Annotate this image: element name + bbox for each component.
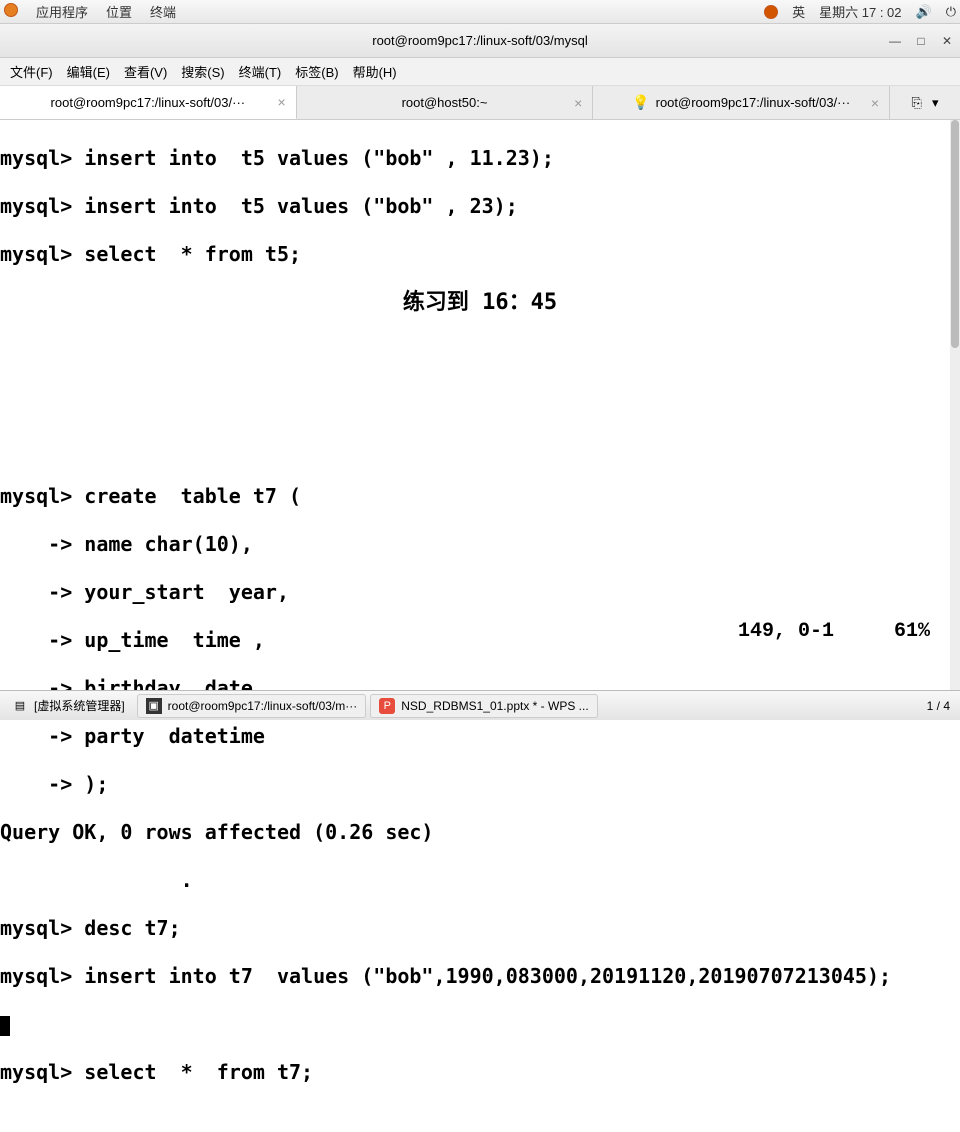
menu-search[interactable]: 搜索(S) [175,62,230,81]
scroll-percent: 61% [894,620,930,644]
bottom-taskbar: ▤ [虚拟系统管理器] ▣ root@room9pc17:/linux-soft… [0,690,960,720]
task-vm-manager[interactable]: ▤ [虚拟系统管理器] [4,694,133,718]
cursor [0,1016,10,1036]
input-lang[interactable]: 英 [792,2,805,21]
terminal-line [0,1012,960,1036]
task-label: NSD_RDBMS1_01.pptx * - WPS ... [401,699,588,713]
terminal-tab-1[interactable]: root@room9pc17:/linux-soft/03/··· × [0,86,297,119]
terminal-content[interactable]: mysql> insert into t5 values ("bob" , 11… [0,120,960,650]
window-list-icon: ▤ [12,698,28,714]
cursor-position: 149, 0-1 [738,620,834,644]
menu-places[interactable]: 位置 [106,2,132,21]
wps-icon: P [379,698,395,714]
terminal-line: mysql> select * from t7; [0,1060,960,1084]
tab-label: root@host50:~ [402,95,488,110]
menu-view[interactable]: 查看(V) [118,62,173,81]
workspace-pager[interactable]: 1 / 4 [927,699,956,713]
volume-icon[interactable]: 🔊 [916,4,932,20]
terminal-line: -> name char(10), [0,532,960,556]
terminal-line: -> ); [0,772,960,796]
terminal-line [0,340,960,364]
window-title: root@room9pc17:/linux-soft/03/mysql [372,33,588,48]
terminal-line: Query OK, 0 rows affected (0.26 sec) [0,820,960,844]
menu-applications[interactable]: 应用程序 [36,2,88,21]
tab-menu-icon[interactable]: ▾ [932,95,939,111]
gnome-top-panel: 应用程序 位置 终端 英 星期六 17 : 02 🔊 ⏻ [0,0,960,24]
tab-tools: ⎘ ▾ [890,86,960,119]
menu-terminal-menu[interactable]: 终端(T) [233,62,288,81]
new-tab-icon[interactable]: ⎘ [912,95,922,111]
terminal-tab-2[interactable]: root@host50:~ × [297,86,594,119]
task-terminal[interactable]: ▣ root@room9pc17:/linux-soft/03/m··· [137,694,367,718]
notification-icon[interactable] [764,5,778,19]
clock[interactable]: 星期六 17 : 02 [819,2,901,21]
window-titlebar: root@room9pc17:/linux-soft/03/mysql — □ … [0,24,960,58]
terminal-line: -> your_start year, [0,580,960,604]
minimize-button[interactable]: — [888,34,902,48]
close-icon[interactable]: × [574,95,582,111]
vim-status: 149, 0-1 61% [738,620,930,644]
terminal-line: mysql> select * from t5; [0,242,960,266]
terminal-line: mysql> insert into t5 values ("bob" , 11… [0,146,960,170]
menu-tabs[interactable]: 标签(B) [289,62,344,81]
terminal-line [0,436,960,460]
menu-file[interactable]: 文件(F) [4,62,59,81]
task-wps[interactable]: P NSD_RDBMS1_01.pptx * - WPS ... [370,694,597,718]
scrollbar[interactable] [950,120,960,690]
terminal-line: mysql> insert into t7 values ("bob",1990… [0,964,960,988]
menu-terminal[interactable]: 终端 [150,2,176,21]
terminal-line: . [0,868,960,892]
close-icon[interactable]: × [871,95,879,111]
bulb-icon: 💡 [632,94,649,111]
tab-label: root@room9pc17:/linux-soft/03/··· [51,95,246,110]
menu-edit[interactable]: 编辑(E) [61,62,116,81]
terminal-line: -> party datetime [0,724,960,748]
terminal-tabbar: root@room9pc17:/linux-soft/03/··· × root… [0,86,960,120]
close-button[interactable]: ✕ [940,34,954,48]
terminal-line [0,388,960,412]
terminal-tab-3[interactable]: 💡 root@room9pc17:/linux-soft/03/··· × [593,86,890,119]
menubar: 文件(F) 编辑(E) 查看(V) 搜索(S) 终端(T) 标签(B) 帮助(H… [0,58,960,86]
task-label: [虚拟系统管理器] [34,697,125,714]
close-icon[interactable]: × [277,94,285,110]
note-text: 练习到 16：45 [0,290,960,316]
scrollbar-thumb[interactable] [951,120,959,348]
power-icon[interactable]: ⏻ [946,4,956,20]
terminal-line: mysql> desc t7; [0,916,960,940]
menu-help[interactable]: 帮助(H) [347,62,403,81]
task-label: root@room9pc17:/linux-soft/03/m··· [168,699,358,713]
terminal-line: mysql> create table t7 ( [0,484,960,508]
tab-label: root@room9pc17:/linux-soft/03/··· [656,95,851,110]
terminal-line: mysql> insert into t5 values ("bob" , 23… [0,194,960,218]
terminal-icon: ▣ [146,698,162,714]
foot-menu-icon[interactable] [4,3,18,20]
maximize-button[interactable]: □ [914,34,928,48]
